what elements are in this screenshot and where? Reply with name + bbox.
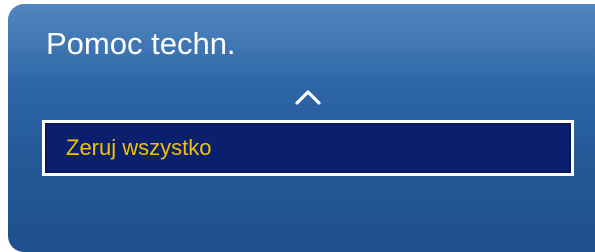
support-menu-panel: Pomoc techn. Zeruj wszystko [8,4,595,252]
menu-item-label: Zeruj wszystko [66,135,212,160]
menu-title: Pomoc techn. [46,26,236,61]
chevron-up-icon[interactable] [294,88,322,106]
menu-item-reset-all[interactable]: Zeruj wszystko [42,120,574,176]
